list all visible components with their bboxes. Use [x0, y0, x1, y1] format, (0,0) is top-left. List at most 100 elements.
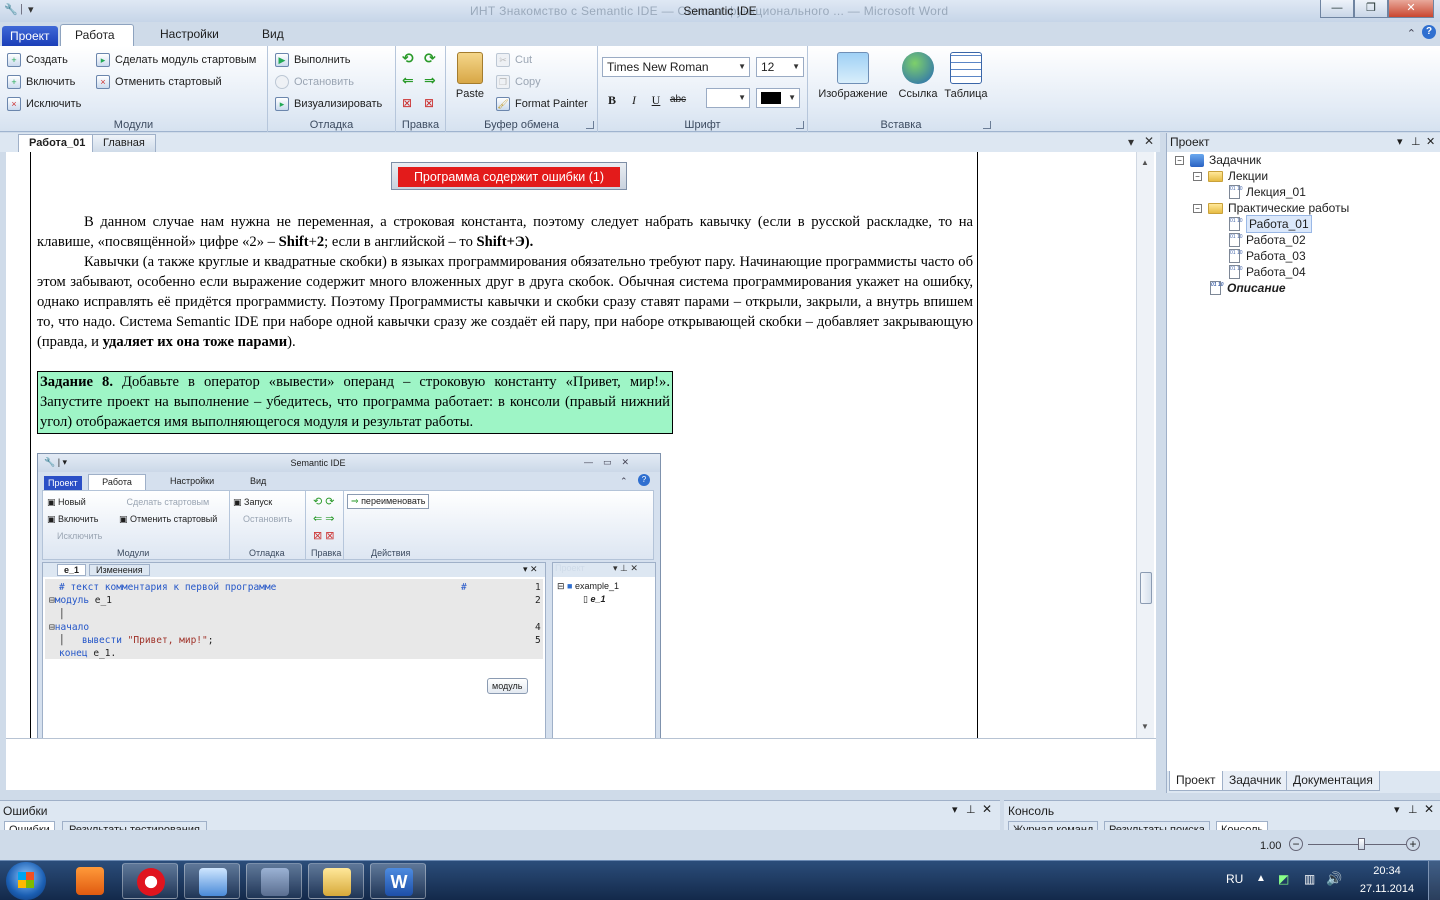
- ribbon-collapse-icon[interactable]: ⌃: [1407, 27, 1416, 40]
- clipboard-launcher-icon[interactable]: [586, 121, 594, 129]
- collapse-icon[interactable]: −: [1175, 155, 1184, 165]
- document-vertical-scrollbar[interactable]: ▲ ▼: [1136, 152, 1154, 738]
- delete-left-icon[interactable]: ⊠: [402, 96, 412, 110]
- make-start-module-button[interactable]: ▸ Сделать модуль стартовым: [96, 51, 256, 69]
- inner-doc-tab-changes: Изменения: [89, 564, 150, 576]
- create-button[interactable]: + Создать: [7, 51, 68, 69]
- delete-right-icon[interactable]: ⊠: [424, 96, 434, 110]
- insert-table-button[interactable]: Таблица: [942, 50, 990, 100]
- scroll-up-icon[interactable]: ▲: [1141, 158, 1149, 167]
- copy-button[interactable]: ❐ Copy: [496, 73, 541, 91]
- font-color-select[interactable]: ▼: [756, 88, 800, 108]
- highlight-color-select[interactable]: ▼: [706, 88, 750, 108]
- underline-button[interactable]: U: [646, 90, 666, 110]
- include-button[interactable]: + Включить: [7, 73, 75, 91]
- cut-button[interactable]: ✂ Cut: [496, 51, 532, 69]
- arrow-left-icon[interactable]: ⇐: [402, 72, 414, 89]
- tree-root[interactable]: − Задачник: [1175, 152, 1261, 168]
- tree-practice[interactable]: − Практические работы: [1193, 200, 1349, 216]
- doc-tab-main[interactable]: Главная: [92, 134, 156, 152]
- exclude-button[interactable]: × Исключить: [7, 95, 81, 113]
- visualize-button[interactable]: ▸ Визуализировать: [275, 95, 382, 113]
- font-size-select[interactable]: 12 ▼: [756, 57, 804, 77]
- tab-settings[interactable]: Настройки: [146, 24, 233, 46]
- collapse-icon[interactable]: −: [1193, 203, 1202, 213]
- pane-dropdown-icon[interactable]: ▾: [1397, 133, 1403, 152]
- pin-icon[interactable]: ⊥: [1408, 803, 1418, 816]
- help-icon[interactable]: ?: [1422, 25, 1436, 39]
- zoom-in-icon[interactable]: +: [1406, 837, 1420, 851]
- doc-tab-work01[interactable]: Работа_01: [18, 134, 97, 152]
- run-button[interactable]: ▶ Выполнить: [275, 51, 350, 69]
- italic-button[interactable]: I: [624, 90, 644, 110]
- pane-dropdown-icon[interactable]: ▾: [1394, 803, 1400, 816]
- insert-launcher-icon[interactable]: [983, 121, 991, 129]
- paste-button[interactable]: Paste: [448, 50, 492, 100]
- zoom-out-icon[interactable]: −: [1289, 837, 1303, 851]
- taskbar-explorer[interactable]: [308, 863, 364, 899]
- font-family-select[interactable]: Times New Roman ▼: [602, 57, 750, 77]
- language-indicator[interactable]: RU: [1226, 872, 1243, 886]
- taskbar-screenshot-tool[interactable]: [184, 863, 240, 899]
- cancel-start-module-button[interactable]: × Отменить стартовый: [96, 73, 222, 91]
- tree-work-04[interactable]: 01 10 Работа_04: [1229, 264, 1306, 280]
- title-bar: 🔧 | ▾ ИНТ Знакомство с Semantic IDE — Ос…: [0, 0, 1440, 22]
- format-painter-button[interactable]: 🖌 Format Painter: [496, 95, 588, 113]
- redo-icon[interactable]: ⟳: [424, 50, 436, 67]
- show-hidden-icons-icon[interactable]: ▲: [1256, 873, 1266, 884]
- tree-lectures[interactable]: − Лекции: [1193, 168, 1268, 184]
- close-pane-icon[interactable]: ✕: [1144, 134, 1154, 148]
- paragraph-1: В данном случае нам нужна не переменная,…: [37, 214, 973, 250]
- strikethrough-button[interactable]: abc: [668, 90, 688, 110]
- pin-icon[interactable]: ⊥: [1411, 133, 1421, 152]
- show-desktop-button[interactable]: [1428, 861, 1440, 900]
- taskbar-media-player[interactable]: [62, 863, 118, 899]
- tray-volume-icon[interactable]: 🔊: [1326, 871, 1342, 887]
- zoom-slider[interactable]: [1308, 838, 1406, 850]
- pane-dropdown-icon[interactable]: ▾: [1128, 135, 1134, 149]
- scroll-down-icon[interactable]: ▼: [1141, 722, 1149, 731]
- minimize-button[interactable]: —: [1320, 0, 1354, 18]
- pane-dropdown-icon[interactable]: ▾: [952, 803, 958, 816]
- ptab-project[interactable]: Проект: [1169, 771, 1223, 791]
- bold-button[interactable]: B: [602, 90, 622, 110]
- start-button[interactable]: [6, 862, 46, 900]
- collapse-icon[interactable]: −: [1193, 171, 1202, 181]
- ptab-tasks[interactable]: Задачник: [1222, 771, 1289, 791]
- close-pane-icon[interactable]: ✕: [982, 802, 992, 816]
- tab-view[interactable]: Вид: [248, 24, 298, 46]
- scrollbar-thumb[interactable]: [1140, 572, 1152, 604]
- ptab-docs[interactable]: Документация: [1286, 771, 1380, 791]
- inner-tab-work: Работа: [88, 474, 146, 490]
- document-area[interactable]: Программа содержит ошибки (1) В данном с…: [6, 152, 1156, 738]
- tree-work-01[interactable]: 01 10 Работа_01: [1229, 215, 1312, 233]
- undo-icon[interactable]: ⟲: [402, 50, 414, 67]
- insert-link-button[interactable]: Ссылка: [894, 50, 942, 100]
- tree-work-03[interactable]: 01 10 Работа_03: [1229, 248, 1306, 264]
- tree-lecture-01[interactable]: 01 10 Лекция_01: [1229, 184, 1306, 200]
- insert-image-button[interactable]: Изображение: [816, 50, 890, 100]
- zoom-slider-thumb[interactable]: [1357, 838, 1365, 850]
- document-page[interactable]: Программа содержит ошибки (1) В данном с…: [30, 152, 978, 738]
- tray-network-icon[interactable]: ▥: [1304, 872, 1315, 886]
- maximize-button[interactable]: ❐: [1354, 0, 1388, 18]
- arrow-right-icon[interactable]: ⇒: [424, 72, 436, 89]
- tab-work[interactable]: Работа: [60, 24, 134, 46]
- close-pane-icon[interactable]: ✕: [1426, 133, 1435, 152]
- taskbar-word[interactable]: W: [370, 863, 426, 899]
- font-launcher-icon[interactable]: [796, 121, 804, 129]
- tray-security-icon[interactable]: ◩: [1278, 872, 1289, 886]
- clock-date[interactable]: 27.11.2014: [1356, 883, 1418, 895]
- taskbar-opera[interactable]: [122, 863, 178, 899]
- error-banner[interactable]: Программа содержит ошибки (1): [391, 162, 627, 190]
- taskbar-semantic-ide[interactable]: [246, 863, 302, 899]
- clock-time[interactable]: 20:34: [1360, 865, 1414, 877]
- tab-project[interactable]: Проект: [2, 26, 58, 46]
- close-button[interactable]: ✕: [1388, 0, 1434, 18]
- pin-icon[interactable]: ⊥: [966, 803, 976, 816]
- lower-editor-area[interactable]: [6, 738, 1156, 790]
- stop-button[interactable]: Остановить: [275, 73, 354, 91]
- close-pane-icon[interactable]: ✕: [1424, 802, 1434, 816]
- tree-work-02[interactable]: 01 10 Работа_02: [1229, 232, 1306, 248]
- tree-description[interactable]: 01 10 Описание: [1210, 280, 1286, 296]
